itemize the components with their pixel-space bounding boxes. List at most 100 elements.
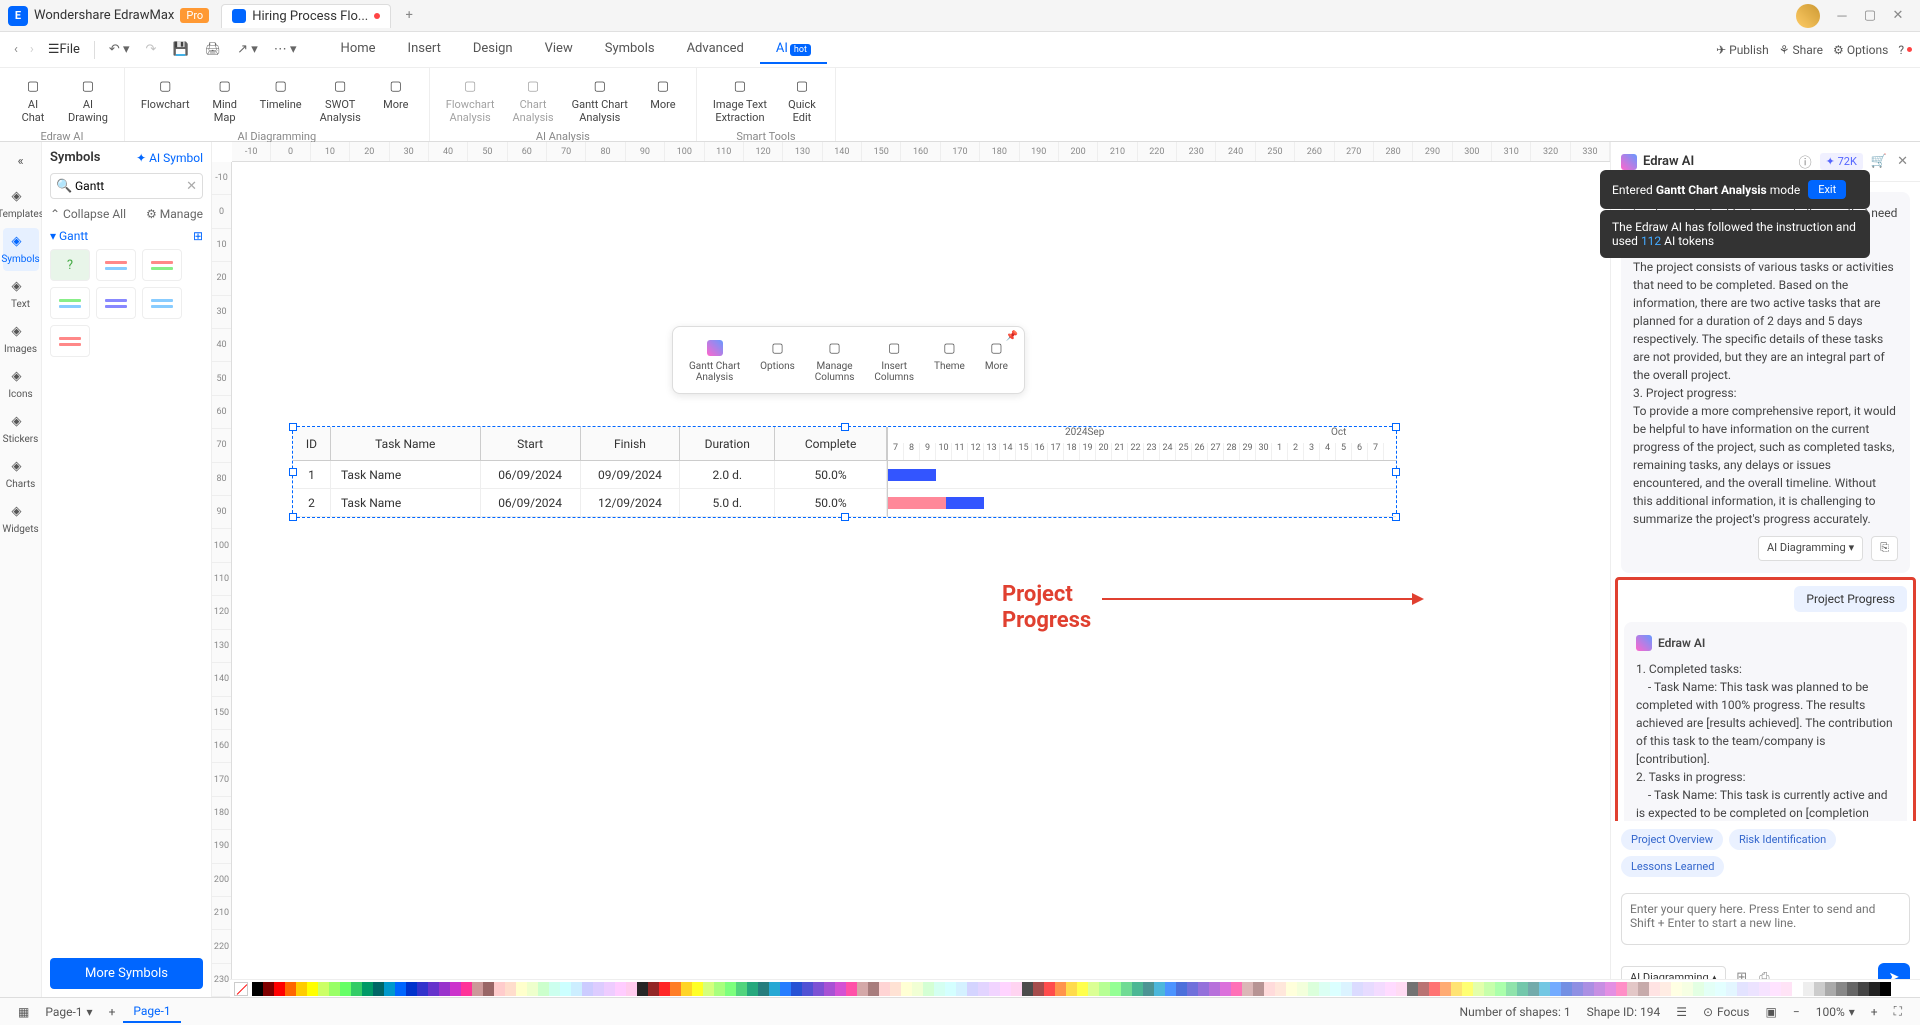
color-swatch[interactable]	[956, 982, 967, 996]
color-swatch[interactable]	[373, 982, 384, 996]
ai-diagramming-dropdown[interactable]: AI Diagramming ▾	[1758, 536, 1863, 561]
fit-icon[interactable]: ▣	[1758, 1005, 1785, 1019]
color-swatch[interactable]	[1242, 982, 1253, 996]
color-swatch[interactable]	[1385, 982, 1396, 996]
color-swatch[interactable]	[1264, 982, 1275, 996]
clear-search-button[interactable]: ✕	[186, 179, 197, 194]
zoom-level[interactable]: 100% ▾	[1808, 1005, 1863, 1019]
color-swatch[interactable]	[395, 982, 406, 996]
color-swatch[interactable]	[1209, 982, 1220, 996]
undo-button[interactable]: ↶ ▾	[101, 38, 138, 61]
document-tab[interactable]: Hiring Process Flo...	[221, 4, 391, 28]
back-button[interactable]: ‹	[8, 38, 24, 61]
share-button[interactable]: ⚘Share	[1779, 43, 1823, 57]
color-swatch[interactable]	[560, 982, 571, 996]
color-swatch[interactable]	[439, 982, 450, 996]
color-swatch[interactable]	[912, 982, 923, 996]
suggestion-chip[interactable]: Project Overview	[1621, 829, 1723, 850]
color-swatch[interactable]	[516, 982, 527, 996]
color-swatch[interactable]	[1759, 982, 1770, 996]
color-swatch[interactable]	[1429, 982, 1440, 996]
color-swatch[interactable]	[791, 982, 802, 996]
color-swatch[interactable]	[1121, 982, 1132, 996]
layers-icon[interactable]: ☰	[1668, 1005, 1695, 1019]
gantt-row[interactable]: 1Task Name06/09/202409/09/20242.0 d.50.0…	[293, 461, 887, 489]
file-menu[interactable]: ☰ File	[40, 38, 88, 61]
color-swatch[interactable]	[1462, 982, 1473, 996]
rail-images[interactable]: ◈Images	[3, 318, 39, 361]
float-theme[interactable]: ▢Theme	[924, 333, 975, 387]
float-manage-columns[interactable]: ▢ManageColumns	[805, 333, 865, 387]
cart-icon[interactable]: 🛒	[1869, 152, 1889, 171]
menu-tab-view[interactable]: View	[529, 35, 589, 64]
pages-icon[interactable]: ▦	[10, 1005, 37, 1019]
color-swatch[interactable]	[494, 982, 505, 996]
print-button[interactable]: 🖨	[197, 38, 230, 61]
ribbon-mind-map[interactable]: ▢MindMap	[200, 72, 250, 128]
color-swatch[interactable]	[1176, 982, 1187, 996]
fullscreen-icon[interactable]: ⛶	[1886, 1004, 1910, 1019]
color-swatch[interactable]	[1165, 982, 1176, 996]
color-swatch[interactable]	[1341, 982, 1352, 996]
color-swatch[interactable]	[1770, 982, 1781, 996]
color-swatch[interactable]	[505, 982, 516, 996]
exit-mode-button[interactable]: Exit	[1808, 180, 1846, 199]
color-swatch[interactable]	[879, 982, 890, 996]
color-swatch[interactable]	[945, 982, 956, 996]
save-button[interactable]: 💾	[164, 38, 196, 61]
color-swatch[interactable]	[1011, 982, 1022, 996]
suggestion-chip[interactable]: Lessons Learned	[1621, 856, 1724, 877]
rail-templates[interactable]: ◈Templates	[3, 183, 39, 226]
color-swatch[interactable]	[1231, 982, 1242, 996]
maximize-button[interactable]: ▢	[1856, 6, 1884, 26]
color-swatch[interactable]	[1682, 982, 1693, 996]
gantt-shape[interactable]: IDTask NameStartFinishDurationComplete 1…	[292, 426, 1397, 518]
color-swatch[interactable]	[824, 982, 835, 996]
symbol-category[interactable]: ▾ Gantt ⊞	[50, 229, 203, 243]
color-swatch[interactable]	[1363, 982, 1374, 996]
color-swatch[interactable]	[329, 982, 340, 996]
float-insert-columns[interactable]: ▢InsertColumns	[864, 333, 924, 387]
color-swatch[interactable]	[351, 982, 362, 996]
ribbon-flowchart-analysis[interactable]: ▢FlowchartAnalysis	[438, 72, 503, 128]
color-swatch[interactable]	[901, 982, 912, 996]
copy-button[interactable]: ⎘	[1871, 536, 1898, 561]
color-swatch[interactable]	[1077, 982, 1088, 996]
focus-button[interactable]: ⊙ Focus	[1695, 1005, 1758, 1019]
float-gantt-chart-analysis[interactable]: Gantt ChartAnalysis	[679, 333, 750, 387]
menu-tab-advanced[interactable]: Advanced	[671, 35, 760, 64]
ribbon-ai-drawing[interactable]: ▢AIDrawing	[60, 72, 116, 128]
color-swatch[interactable]	[1275, 982, 1286, 996]
color-swatch[interactable]	[1517, 982, 1528, 996]
minimize-button[interactable]: ─	[1828, 6, 1856, 26]
close-button[interactable]: ✕	[1884, 6, 1912, 26]
color-swatch[interactable]	[1836, 982, 1847, 996]
color-swatch[interactable]	[285, 982, 296, 996]
color-swatch[interactable]	[1803, 982, 1814, 996]
color-swatch[interactable]	[1154, 982, 1165, 996]
color-swatch[interactable]	[615, 982, 626, 996]
rail-icons[interactable]: ◈Icons	[3, 363, 39, 406]
color-swatch[interactable]	[362, 982, 373, 996]
color-swatch[interactable]	[274, 982, 285, 996]
color-swatch[interactable]	[1847, 982, 1858, 996]
color-swatch[interactable]	[604, 982, 615, 996]
color-swatch[interactable]	[1814, 982, 1825, 996]
collapse-all-button[interactable]: ⌃ Collapse All	[50, 207, 126, 221]
export-button[interactable]: ↗ ▾	[229, 38, 266, 61]
color-swatch[interactable]	[527, 982, 538, 996]
color-swatch[interactable]	[1319, 982, 1330, 996]
color-swatch[interactable]	[802, 982, 813, 996]
new-tab-button[interactable]: +	[399, 6, 419, 26]
color-swatch[interactable]	[1583, 982, 1594, 996]
color-swatch[interactable]	[1220, 982, 1231, 996]
color-swatch[interactable]	[1880, 982, 1891, 996]
collapse-rail-button[interactable]: «	[3, 148, 39, 175]
symbol-item[interactable]: ?	[50, 249, 90, 281]
color-swatch[interactable]	[1132, 982, 1143, 996]
color-swatch[interactable]	[989, 982, 1000, 996]
ribbon-gantt-chart-analysis[interactable]: ▢Gantt ChartAnalysis	[564, 72, 636, 128]
symbol-search-input[interactable]	[50, 173, 203, 199]
redo-button[interactable]: ↷	[138, 38, 165, 61]
category-info-icon[interactable]: ⊞	[193, 229, 203, 243]
